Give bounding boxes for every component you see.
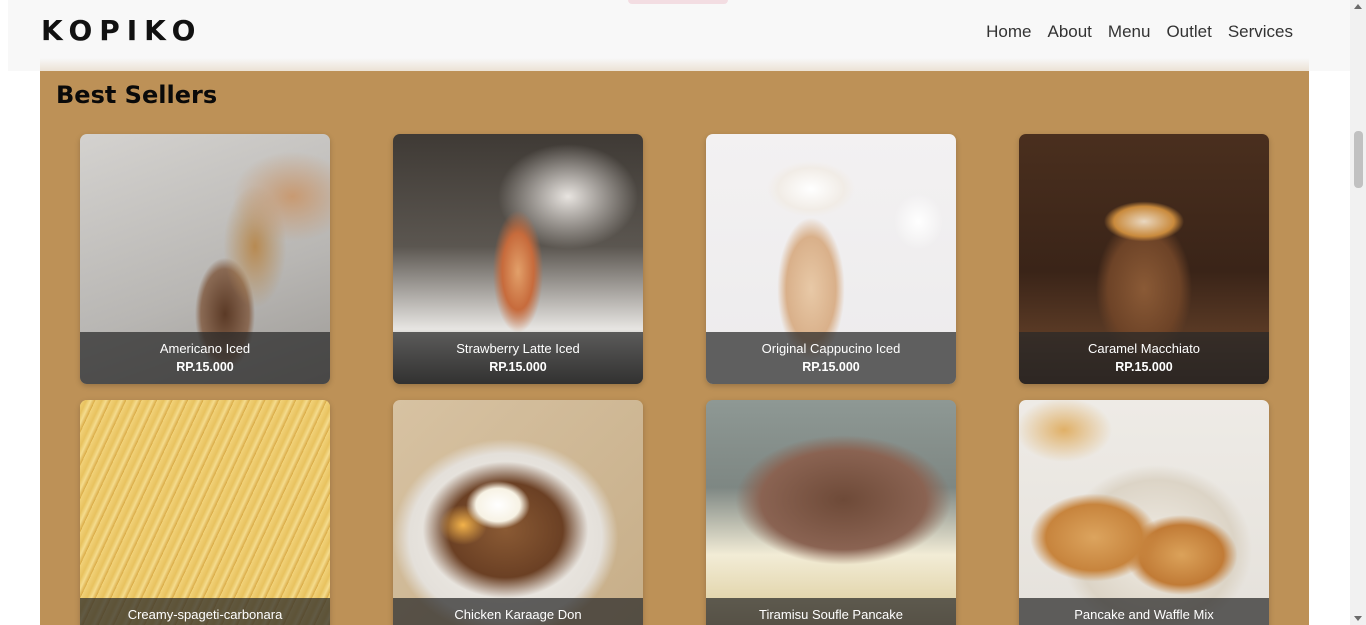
product-caption: Pancake and Waffle Mix — [1019, 598, 1269, 625]
product-caption: Original Cappucino Iced RP.15.000 — [706, 332, 956, 384]
product-caption: Chicken Karaage Don — [393, 598, 643, 625]
product-name: Chicken Karaage Don — [454, 607, 582, 622]
scroll-up-icon[interactable] — [1354, 4, 1362, 9]
section-shadow — [40, 58, 1309, 72]
product-price: RP.15.000 — [1115, 360, 1173, 374]
scroll-down-icon[interactable] — [1354, 616, 1362, 621]
product-card[interactable]: Caramel Macchiato RP.15.000 — [1019, 134, 1269, 384]
nav-outlet[interactable]: Outlet — [1166, 22, 1211, 42]
product-image-pancake-waffle — [1019, 400, 1269, 625]
nav-home[interactable]: Home — [986, 22, 1031, 42]
product-name: Tiramisu Soufle Pancake — [758, 607, 904, 622]
product-card[interactable]: Tiramisu Soufle Pancake — [706, 400, 956, 625]
product-name: Original Cappucino Iced — [761, 341, 901, 356]
product-image-karaage-don — [393, 400, 643, 625]
nav-menu[interactable]: Menu — [1108, 22, 1151, 42]
product-name: Americano Iced — [159, 341, 251, 356]
product-name: Pancake and Waffle Mix — [1074, 607, 1214, 622]
section-title: Best Sellers — [56, 81, 218, 109]
product-card[interactable]: Pancake and Waffle Mix — [1019, 400, 1269, 625]
product-caption: Americano Iced RP.15.000 — [80, 332, 330, 384]
product-price: RP.15.000 — [489, 360, 547, 374]
scrollbar-thumb[interactable] — [1354, 131, 1363, 188]
product-caption: Tiramisu Soufle Pancake — [706, 598, 956, 625]
product-card[interactable]: Creamy-spageti-carbonara — [80, 400, 330, 625]
brand-logo[interactable]: KOPIKO — [41, 14, 202, 47]
product-name: Creamy-spageti-carbonara — [127, 607, 283, 622]
product-caption: Caramel Macchiato RP.15.000 — [1019, 332, 1269, 384]
main-nav: Home About Menu Outlet Services — [986, 22, 1293, 42]
product-price: RP.15.000 — [802, 360, 860, 374]
product-name: Strawberry Latte Iced — [456, 341, 580, 356]
product-card[interactable]: Chicken Karaage Don — [393, 400, 643, 625]
product-card[interactable]: Americano Iced RP.15.000 — [80, 134, 330, 384]
product-caption: Strawberry Latte Iced RP.15.000 — [393, 332, 643, 384]
product-price: RP.15.000 — [176, 360, 234, 374]
page-scrollbar[interactable] — [1350, 0, 1366, 625]
nav-about[interactable]: About — [1047, 22, 1091, 42]
product-card[interactable]: Strawberry Latte Iced RP.15.000 — [393, 134, 643, 384]
product-image-carbonara — [80, 400, 330, 625]
nav-services[interactable]: Services — [1228, 22, 1293, 42]
header-accent — [628, 0, 728, 4]
product-card[interactable]: Original Cappucino Iced RP.15.000 — [706, 134, 956, 384]
product-image-tiramisu — [706, 400, 956, 625]
product-name: Caramel Macchiato — [1088, 341, 1200, 356]
product-caption: Creamy-spageti-carbonara — [80, 598, 330, 625]
best-sellers-section: Best Sellers Americano Iced RP.15.000 St… — [40, 71, 1309, 625]
